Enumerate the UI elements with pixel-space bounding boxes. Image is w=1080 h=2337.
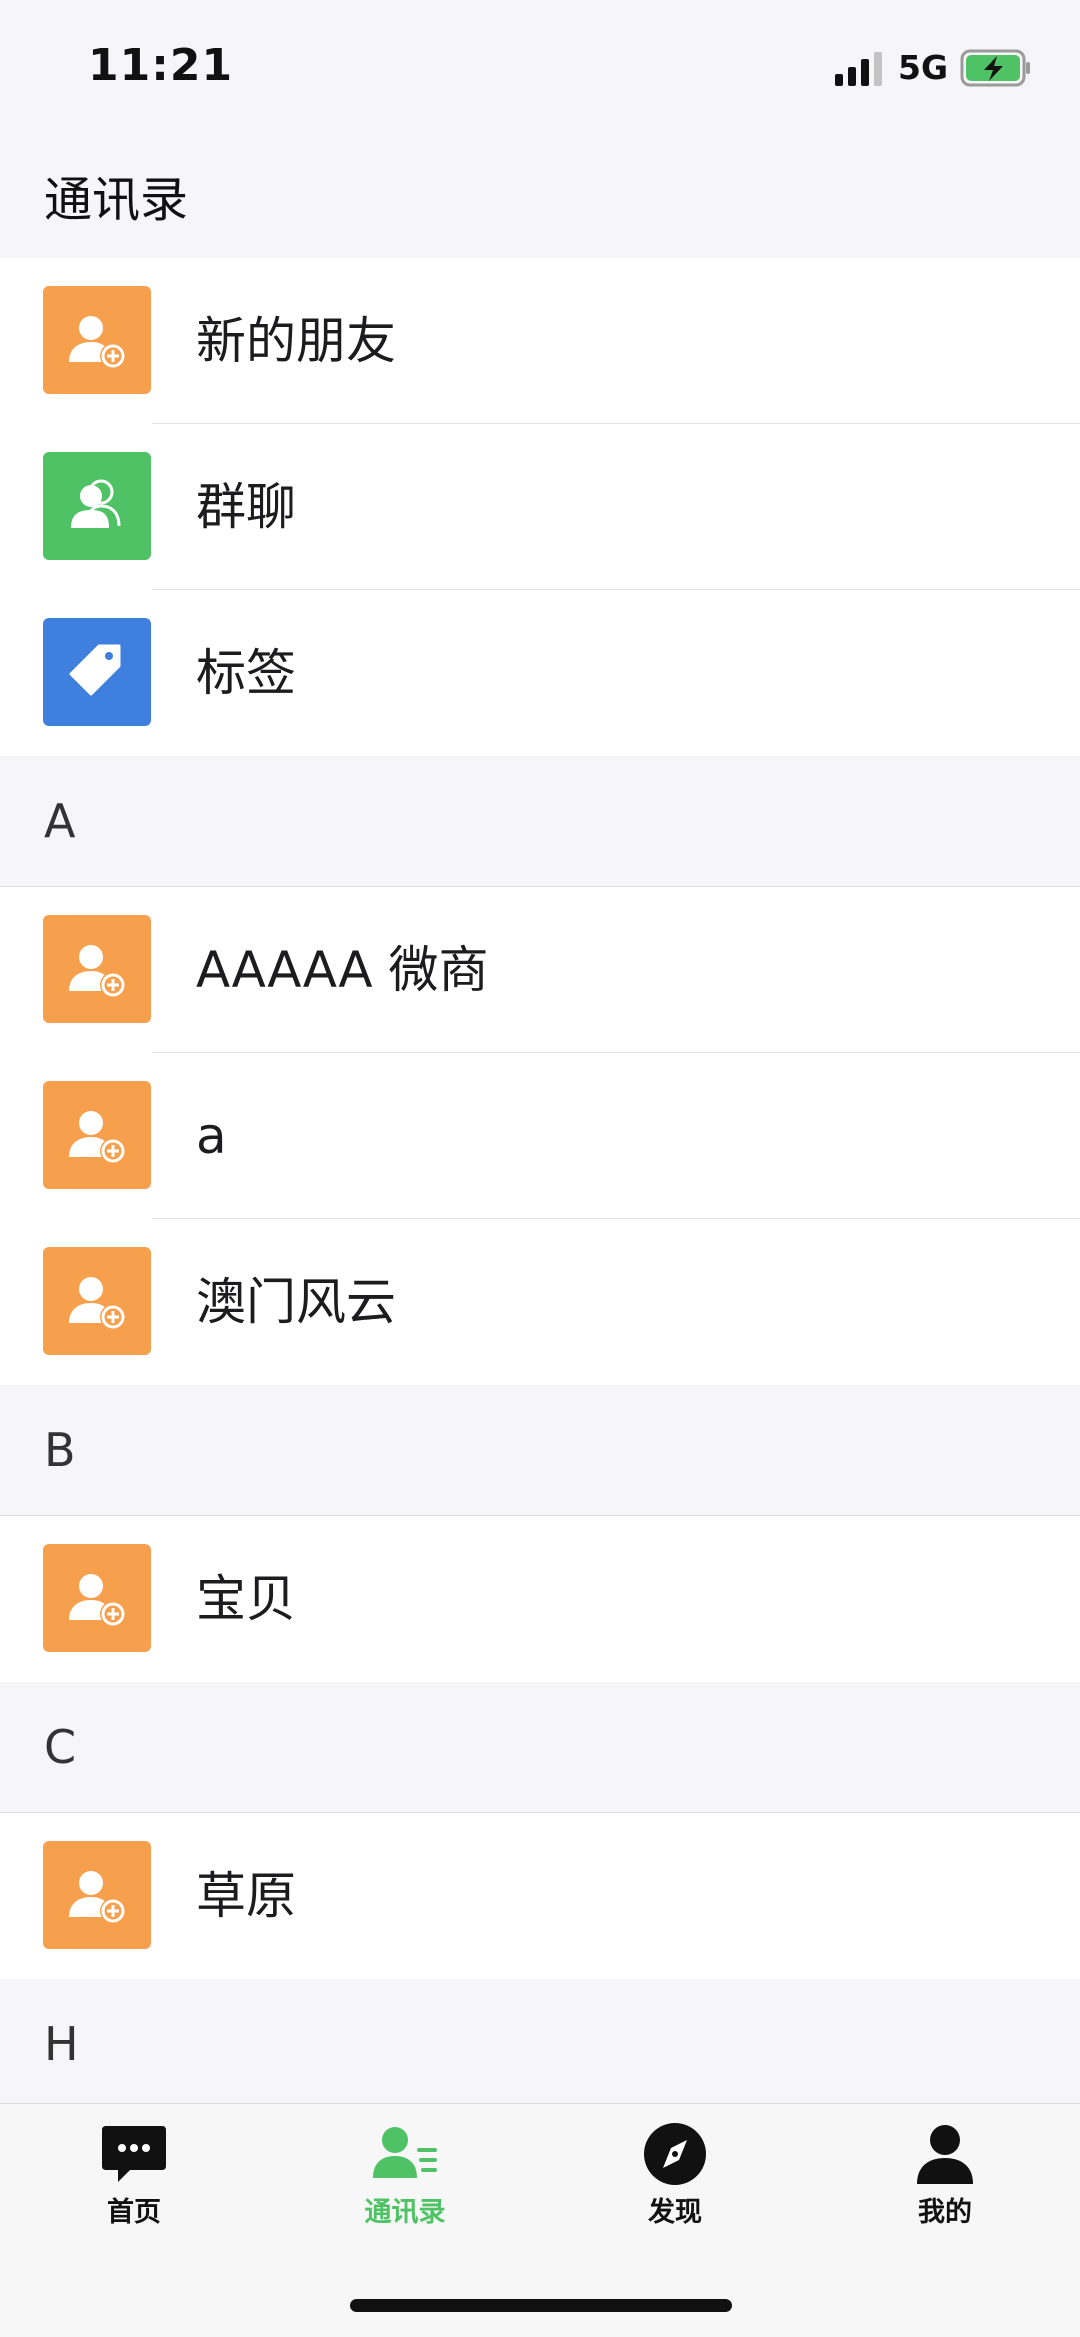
tab-contacts[interactable]: 通讯录 [315,2122,495,2242]
contact-avatar-icon [43,1841,151,1949]
add-friend-icon [43,286,151,394]
page-title: 通讯录 [44,172,189,228]
group-chats-row[interactable]: 群聊 [0,424,1080,590]
section-letter: C [44,1720,77,1774]
tab-label: 发现 [648,2197,702,2228]
battery-charging-icon [960,49,1030,87]
contact-name: AAAAA 微商 [196,941,489,999]
list-item-label: 新的朋友 [196,312,396,370]
tab-home[interactable]: 首页 [44,2122,224,2242]
section-letter: B [44,1423,76,1477]
status-time: 11:21 [88,40,234,91]
contact-row[interactable]: AAAAA 微商 [0,887,1080,1053]
contact-row[interactable]: 澳门风云 [0,1219,1080,1385]
tab-label: 我的 [918,2197,972,2228]
tag-icon [43,618,151,726]
section-header-a: A [0,756,1080,887]
contact-name: 草原 [196,1867,296,1925]
contact-avatar-icon [43,1081,151,1189]
section-header-h: H [0,1979,1080,2110]
contact-name: 澳门风云 [196,1273,396,1331]
tab-label: 首页 [107,2197,161,2228]
section-letter: H [44,2017,79,2071]
group-chat-icon [43,452,151,560]
chat-bubble-icon [102,2126,166,2182]
contact-row[interactable]: 宝贝 [0,1516,1080,1682]
section-letter: A [44,794,76,848]
tab-me[interactable]: 我的 [855,2122,1035,2242]
tags-row[interactable]: 标签 [0,590,1080,756]
new-friends-row[interactable]: 新的朋友 [0,258,1080,424]
contacts-screen: 11:21 5G 通讯录 新的朋友 群聊 标签 A AAAAA 微商 a 澳门风… [0,0,1080,2337]
contact-avatar-icon [43,1247,151,1355]
section-header-c: C [0,1682,1080,1813]
contact-row[interactable]: a [0,1053,1080,1219]
tab-discover[interactable]: 发现 [585,2122,765,2242]
network-type: 5G [898,48,949,87]
home-indicator[interactable] [350,2299,732,2312]
contact-name: 宝贝 [196,1570,296,1628]
contact-name: a [196,1107,227,1165]
list-item-label: 群聊 [196,478,296,536]
profile-icon [917,2125,973,2184]
tab-label: 通讯录 [364,2197,446,2228]
section-header-b: B [0,1385,1080,1516]
status-bar: 11:21 5G [0,0,1080,125]
signal-strength-icon [835,52,882,86]
contact-avatar-icon [43,1544,151,1652]
contact-avatar-icon [43,915,151,1023]
contact-list: 新的朋友 群聊 标签 A AAAAA 微商 a 澳门风云 B 宝贝 C 草原 H [0,258,1080,2110]
list-item-label: 标签 [196,644,296,702]
contacts-icon [373,2127,437,2178]
contact-row[interactable]: 草原 [0,1813,1080,1979]
compass-icon [644,2123,706,2185]
